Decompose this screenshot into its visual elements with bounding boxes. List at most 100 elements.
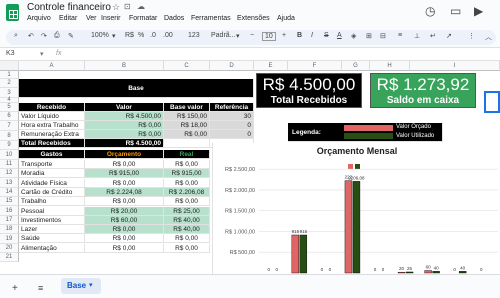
print-icon[interactable]: ⎙ (54, 32, 60, 40)
base-header[interactable]: Base (19, 79, 254, 98)
recebido-cell-0-2[interactable]: R$ 150,00 (164, 112, 210, 121)
row-header-11[interactable]: 11 (0, 160, 19, 169)
recebido-cell-2-0[interactable]: Remuneração Extra (19, 130, 85, 139)
gastos-cell-8-2[interactable]: R$ 0,00 (164, 234, 210, 244)
row-header-14[interactable]: 14 (0, 188, 19, 197)
gastos-cell-4-2[interactable]: R$ 0,00 (164, 197, 210, 207)
recebido-cell-0-3[interactable]: 30 (210, 112, 254, 121)
row-header-10[interactable]: 10 (0, 150, 19, 160)
gastos-cell-5-0[interactable]: Pessoal (19, 206, 85, 216)
gastos-cell-6-2[interactable]: R$ 40,00 (164, 215, 210, 225)
gastos-cell-3-2[interactable]: R$ 2.206,08 (164, 187, 210, 197)
italic-button[interactable]: I (311, 32, 313, 39)
recebido-cell-1-2[interactable]: R$ 18,00 (164, 121, 210, 130)
menu-dados[interactable]: Dados (164, 15, 184, 22)
recebido-cell-0-0[interactable]: Valor Líquido (19, 112, 85, 121)
comment-icon[interactable]: ▭ (450, 4, 461, 18)
column-header-e[interactable]: E (254, 61, 288, 71)
formula-input[interactable] (68, 48, 498, 60)
row-header-18[interactable]: 18 (0, 225, 19, 234)
undo-icon[interactable]: ↶ (28, 32, 34, 40)
strikethrough-button[interactable]: S (324, 32, 329, 39)
gastos-cell-8-0[interactable]: Saúde (19, 234, 85, 244)
recebido-header-2[interactable]: Base valor (164, 103, 210, 112)
recebido-cell-1-0[interactable]: Hora extra Trabalho (19, 121, 85, 130)
search-icon[interactable]: ⌕ (14, 32, 18, 40)
align-icon[interactable]: ≡ (398, 32, 402, 39)
all-sheets-icon[interactable]: ≡ (38, 283, 43, 293)
gastos-cell-1-1[interactable]: R$ 915,00 (85, 169, 164, 179)
row-header-5[interactable]: 5 (0, 103, 19, 112)
gastos-cell-1-0[interactable]: Moradia (19, 169, 85, 179)
more-options-icon[interactable]: ⋮ (468, 32, 475, 40)
recebido-cell-3-2[interactable] (164, 139, 210, 148)
gastos-cell-6-1[interactable]: R$ 60,00 (85, 215, 164, 225)
font-chevron-icon[interactable]: ▾ (236, 32, 240, 40)
row-header-20[interactable]: 20 (0, 244, 19, 253)
font-select[interactable]: Padrã... (211, 32, 236, 39)
row-header-8[interactable]: 8 (0, 131, 19, 141)
row-header-17[interactable]: 17 (0, 216, 19, 225)
move-folder-icon[interactable]: ⊡ (124, 2, 131, 11)
gastos-cell-3-0[interactable]: Cartão de Crédito (19, 187, 85, 197)
column-header-f[interactable]: F (288, 61, 342, 71)
recebido-cell-2-1[interactable]: R$ 0,00 (85, 130, 164, 139)
row-header-15[interactable]: 15 (0, 197, 19, 206)
menu-ver[interactable]: Ver (86, 15, 97, 22)
name-box[interactable]: K3 (6, 50, 15, 57)
spreadsheet-grid[interactable]: A B C D E F G H I 1 2 3 4 5 6 7 8 9 10 11 12 13 14 15 1… (0, 61, 500, 274)
recebido-cell-3-0[interactable]: Total Recebidos (19, 139, 85, 148)
column-header-a[interactable]: A (19, 61, 85, 71)
sheet-tab-chevron-icon[interactable]: ▾ (89, 281, 93, 289)
text-color-button[interactable]: A (337, 32, 342, 39)
chart-bar[interactable] (458, 271, 467, 274)
gastos-header-2[interactable]: Real (164, 150, 210, 159)
history-icon[interactable]: ◷ (425, 4, 435, 18)
menu-editar[interactable]: Editar (59, 15, 77, 22)
chart-bar[interactable] (291, 234, 300, 274)
chart-bar[interactable] (405, 271, 414, 274)
sheet-tab-base[interactable]: Base ▾ (61, 278, 101, 294)
column-header-h[interactable]: H (370, 61, 410, 71)
chart-bar[interactable] (352, 181, 361, 274)
font-size-decrease-icon[interactable]: − (250, 32, 254, 39)
row-header-12[interactable]: 12 (0, 169, 19, 178)
recebido-header-1[interactable]: Valor (85, 103, 164, 112)
gastos-cell-2-1[interactable]: R$ 0,00 (85, 178, 164, 188)
add-sheet-icon[interactable]: + (12, 283, 18, 294)
row-header-19[interactable]: 19 (0, 234, 19, 244)
currency-button[interactable]: R$ (125, 32, 134, 39)
gastos-cell-2-2[interactable]: R$ 0,00 (164, 178, 210, 188)
total-recebidos-box[interactable]: R$ 4.500,00 Total Recebidos (256, 73, 362, 108)
document-title[interactable]: Controle financeiro (27, 2, 111, 13)
borders-icon[interactable]: ⊞ (366, 32, 372, 40)
font-size-input[interactable]: 10 (262, 32, 276, 41)
paint-format-icon[interactable]: ✎ (68, 32, 74, 40)
fill-color-icon[interactable]: ◈ (351, 32, 356, 40)
orcamento-chart[interactable]: Orçamento Mensal R$ 2.500,00 R$ 2.000,00 R… (212, 143, 500, 274)
recebido-cell-0-1[interactable]: R$ 4.500,00 (85, 112, 164, 121)
star-icon[interactable]: ☆ (112, 2, 120, 13)
cloud-status-icon[interactable]: ☁ (137, 2, 145, 11)
gastos-cell-0-0[interactable]: Transporte (19, 160, 85, 169)
gastos-cell-2-0[interactable]: Atividade Física (19, 178, 85, 188)
gastos-cell-9-2[interactable]: R$ 0,00 (164, 243, 210, 253)
rotate-icon[interactable]: ↗ (446, 32, 452, 40)
column-header-g[interactable]: G (342, 61, 370, 71)
partial-shape[interactable] (484, 91, 500, 113)
redo-icon[interactable]: ↷ (41, 32, 47, 40)
zoom-chevron-icon[interactable]: ▾ (112, 32, 116, 40)
chart-bar[interactable] (424, 270, 432, 274)
merge-icon[interactable]: ⊟ (380, 32, 386, 40)
gastos-cell-5-2[interactable]: R$ 25,00 (164, 206, 210, 216)
gastos-cell-7-2[interactable]: R$ 40,00 (164, 225, 210, 235)
row-header-6[interactable]: 6 (0, 112, 19, 121)
chart-bar[interactable] (397, 271, 406, 274)
gastos-header-1[interactable]: Orçamento (85, 150, 164, 159)
recebido-header-0[interactable]: Recebido (19, 103, 85, 112)
row-header-13[interactable]: 13 (0, 178, 19, 188)
percent-button[interactable]: % (138, 32, 144, 39)
zoom-select[interactable]: 100% (91, 32, 109, 39)
name-box-chevron-icon[interactable]: ▾ (40, 50, 44, 58)
bold-button[interactable]: B (297, 32, 302, 39)
